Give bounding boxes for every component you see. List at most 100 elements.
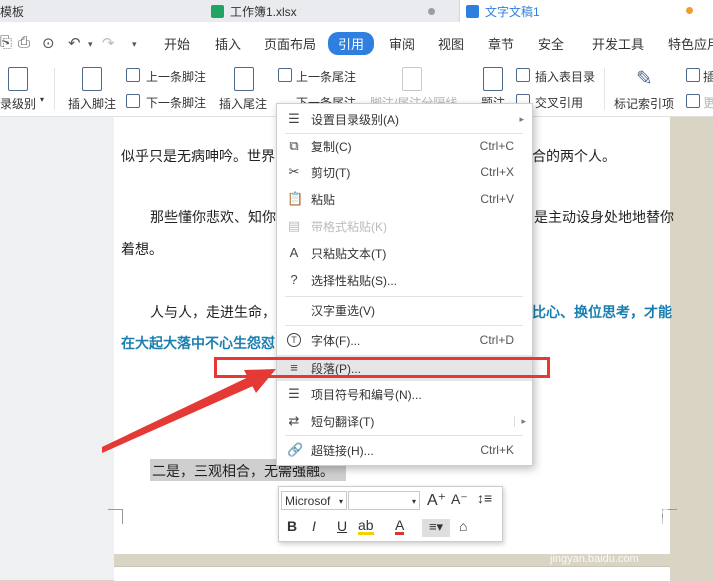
insert-index-icon <box>686 68 700 82</box>
underline-button[interactable]: U <box>337 518 347 534</box>
chevron-down-icon: ▾ <box>411 497 416 506</box>
font-size-select[interactable]: ▾ <box>348 491 420 510</box>
menu-item-label: 汉字重选(V) <box>311 303 375 318</box>
tab-workbook[interactable]: 工作簿1.xlsx <box>205 0 445 22</box>
menu-item-cut[interactable]: ✂ 剪切(T) Ctrl+X <box>277 159 532 185</box>
tab-workbook-label: 工作簿1.xlsx <box>230 4 297 19</box>
cross-reference-button[interactable]: 交叉引用 <box>535 94 583 111</box>
tab-insert[interactable]: 插入 <box>215 34 241 53</box>
paragraph-text: 合的两个人。 <box>532 149 616 165</box>
tab-template[interactable]: 模板 <box>0 0 196 22</box>
open-icon[interactable]: ⎘ <box>0 34 12 51</box>
tab-view[interactable]: 视图 <box>438 34 464 53</box>
menu-divider <box>285 325 523 326</box>
menu-item-label: 项目符号和编号(N)... <box>311 387 422 402</box>
copy-icon: ⧉ <box>289 138 299 153</box>
tab-document[interactable]: 文字文稿1 <box>459 0 713 22</box>
paragraph-text: 是主动设身处地地替你 <box>534 210 674 226</box>
paragraph-text: 那些懂你悲欢、知你 <box>150 210 276 226</box>
font-name-select[interactable]: Microsof ▾ <box>281 491 347 510</box>
tab-security[interactable]: 安全 <box>538 34 564 53</box>
menu-item-label: 短句翻译(T) <box>311 414 375 429</box>
tab-review[interactable]: 审阅 <box>389 34 415 53</box>
menu-item-paste-text-only[interactable]: A 只粘贴文本(T) <box>277 240 532 266</box>
line-spacing-icon[interactable]: ↕≡ <box>477 490 492 506</box>
tab-bar: 模板 工作簿1.xlsx 文字文稿1 <box>0 0 713 23</box>
toc-level-button[interactable]: 录级别 <box>0 95 36 112</box>
submenu-arrow-icon: ▸ <box>519 113 524 124</box>
menu-item-label: 字体(F)... <box>311 333 361 348</box>
ribbon-divider <box>54 68 55 110</box>
paragraph-text-highlighted: 比心、换位思考，才能 <box>532 305 672 321</box>
format-painter-icon[interactable]: ⌂ <box>459 518 467 534</box>
menu-divider <box>285 435 523 436</box>
tab-template-label: 模板 <box>0 4 25 19</box>
font-color-button[interactable]: A <box>395 518 405 535</box>
redo-icon[interactable]: ↷ <box>102 34 115 52</box>
submenu-arrow-icon: ▸ <box>514 415 526 427</box>
menu-item-paste[interactable]: 📋 粘贴 Ctrl+V <box>277 186 532 212</box>
watermark-logo: Bai 经验 <box>555 501 671 534</box>
link-icon: 🔗 <box>287 442 304 457</box>
paste-formatted-icon: ▤ <box>287 218 301 233</box>
next-footnote-button[interactable]: 下一条脚注 <box>146 94 206 111</box>
quick-access-more-icon[interactable]: ▾ <box>132 39 137 50</box>
insert-toc-table-button[interactable]: 插入表目录 <box>535 68 595 85</box>
caption-icon <box>483 67 503 91</box>
menu-item-label: 只粘贴文本(T) <box>311 246 387 261</box>
highlight-button[interactable]: ab <box>358 518 374 535</box>
tab-references[interactable]: 引用 <box>328 32 375 55</box>
watermark-url: jingyan.baidu.com <box>550 553 639 565</box>
italic-button[interactable]: I <box>312 518 316 534</box>
bullet-list-icon: ☰ <box>288 386 300 401</box>
menu-item-bullets-numbering[interactable]: ☰ 项目符号和编号(N)... <box>277 381 532 407</box>
page-corner-mark <box>108 509 123 524</box>
menu-item-label: 剪切(T) <box>311 165 351 180</box>
left-margin-area <box>0 117 114 580</box>
scissors-icon: ✂ <box>288 164 300 179</box>
align-justify-icon[interactable]: ≡▾ <box>422 519 450 537</box>
menu-item-paste-special[interactable]: ? 选择性粘贴(S)... <box>277 267 532 293</box>
context-menu: ☰ 设置目录级别(A) ▸ ⧉ 复制(C) Ctrl+C ✂ 剪切(T) Ctr… <box>276 103 533 466</box>
menu-item-font[interactable]: T 字体(F)... Ctrl+D <box>277 327 532 353</box>
paste-icon: 📋 <box>287 191 304 206</box>
menu-item-paste-formatted[interactable]: ▤ 带格式粘贴(K) <box>277 213 532 239</box>
chevron-down-icon: ▾ <box>40 95 45 104</box>
menu-item-label: 复制(C) <box>311 139 352 154</box>
menu-item-label: 带格式粘贴(K) <box>311 219 387 234</box>
undo-icon[interactable]: ↶ <box>68 34 81 52</box>
increase-font-icon[interactable]: A⁺ <box>427 490 446 510</box>
tab-page-layout[interactable]: 页面布局 <box>264 34 316 53</box>
paragraph-text-highlighted: 在大起大落中不心生怨怼 <box>121 336 275 352</box>
menu-item-label: 超链接(H)... <box>311 443 374 458</box>
tab-special-apps[interactable]: 特色应用 <box>668 34 713 53</box>
insert-endnote-button[interactable]: 插入尾注 <box>219 95 267 112</box>
update-index-button[interactable]: 更 <box>703 94 713 111</box>
print-icon[interactable]: ⎙ <box>18 34 30 51</box>
menu-item-copy[interactable]: ⧉ 复制(C) Ctrl+C <box>277 133 532 159</box>
insert-footnote-button[interactable]: 插入脚注 <box>68 95 116 112</box>
menu-item-toc-level[interactable]: ☰ 设置目录级别(A) ▸ <box>277 106 532 132</box>
tab-home[interactable]: 开始 <box>164 34 190 53</box>
tab-chapter[interactable]: 章节 <box>488 34 514 53</box>
menu-item-translate[interactable]: ⇄ 短句翻译(T) ▸ <box>277 408 532 434</box>
tab-developer[interactable]: 开发工具 <box>592 34 644 53</box>
menu-shortcut: Ctrl+K <box>480 443 514 457</box>
menu-item-reconvert[interactable]: 汉字重选(V) <box>277 297 532 323</box>
paragraph-text: 着想。 <box>121 242 163 258</box>
undo-dropdown-icon[interactable]: ▾ <box>88 39 93 50</box>
insert-index-button[interactable]: 插 <box>703 68 713 85</box>
print-preview-icon[interactable]: ⊙ <box>42 34 55 52</box>
menu-item-hyperlink[interactable]: 🔗 超链接(H)... Ctrl+K <box>277 437 532 463</box>
menu-item-label: 选择性粘贴(S)... <box>311 273 397 288</box>
bold-button[interactable]: B <box>287 518 297 534</box>
prev-endnote-button[interactable]: 上一条尾注 <box>296 68 356 85</box>
mark-index-button[interactable]: 标记索引项 <box>614 95 674 112</box>
mark-index-icon: ✎ <box>636 68 653 90</box>
decrease-font-icon[interactable]: A⁻ <box>451 491 468 508</box>
menu-shortcut: Ctrl+C <box>479 139 514 153</box>
prev-footnote-icon <box>126 68 140 82</box>
prev-endnote-icon <box>278 68 292 82</box>
paste-text-icon: A <box>289 245 299 260</box>
prev-footnote-button[interactable]: 上一条脚注 <box>146 68 206 85</box>
